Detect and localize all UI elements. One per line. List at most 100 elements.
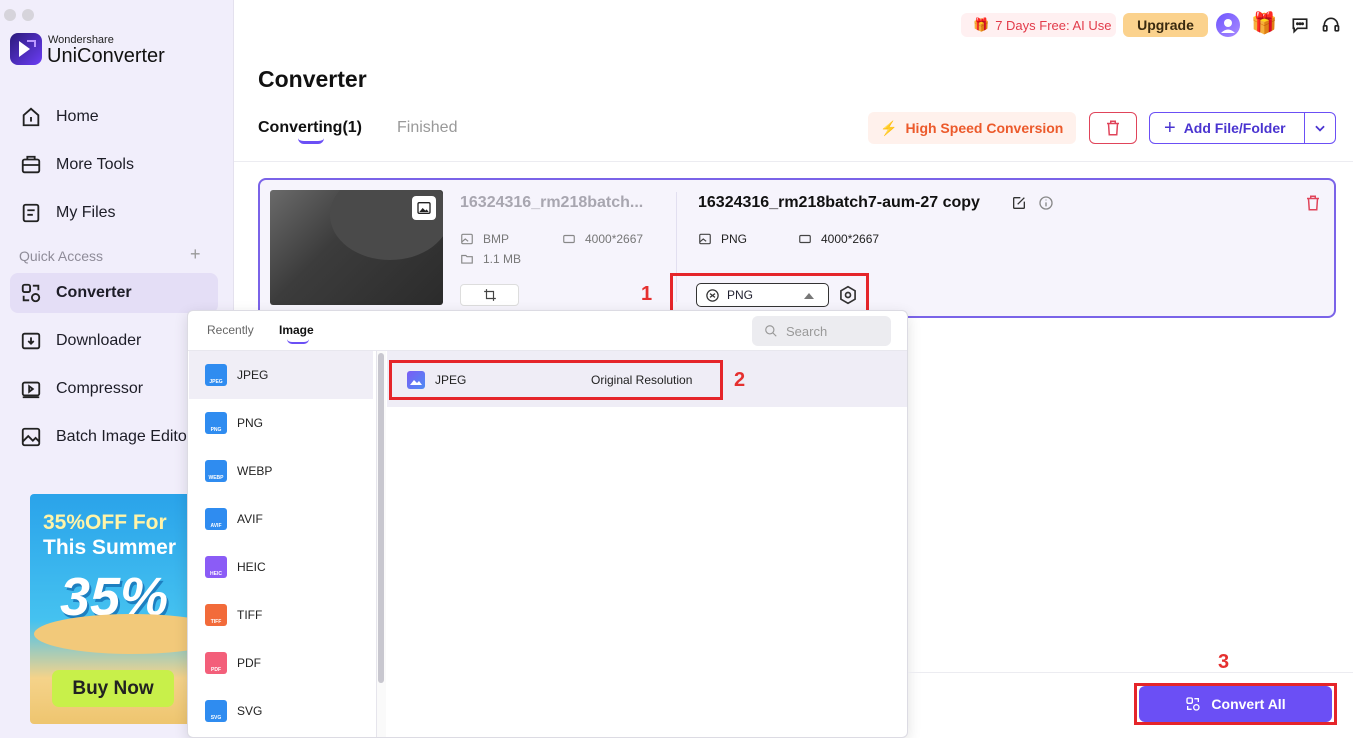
annotation-box-1 xyxy=(670,273,869,313)
format-label: JPEG xyxy=(237,368,269,382)
resolution-icon xyxy=(799,234,811,244)
source-size: 1.1 MB xyxy=(460,252,521,266)
search-icon xyxy=(765,325,777,337)
image-editor-icon xyxy=(21,427,41,447)
target-file-name: 16324316_rm218batch7-aum-27 copy xyxy=(698,194,980,211)
format-label: HEIC xyxy=(237,560,266,574)
chevron-down-icon xyxy=(1315,125,1325,132)
sidebar-item-label: Downloader xyxy=(56,332,142,349)
format-badge: JPEG xyxy=(209,379,223,385)
format-label: SVG xyxy=(237,704,263,718)
jpeg-format-icon: JPEG xyxy=(205,364,227,386)
format-badge: HEIC xyxy=(210,571,222,577)
format-badge: TIFF xyxy=(210,619,222,625)
format-item-avif[interactable]: AVIF AVIF xyxy=(189,495,373,543)
format-label: AVIF xyxy=(237,512,263,526)
format-search-input[interactable]: Search xyxy=(752,316,891,346)
sidebar-item-label: Compressor xyxy=(56,380,144,397)
format-item-jpeg[interactable]: JPEG JPEG xyxy=(189,351,373,399)
annotation-number-2: 2 xyxy=(734,369,746,391)
buy-now-button[interactable]: Buy Now xyxy=(52,670,174,707)
add-file-button[interactable]: + Add File/Folder xyxy=(1150,113,1305,143)
quick-access-label: Quick Access xyxy=(19,248,104,264)
source-format: BMP xyxy=(460,232,509,246)
brand-name: UniConverter xyxy=(47,45,165,67)
format-item-png[interactable]: PNG PNG xyxy=(189,399,373,447)
add-file-dropdown-button[interactable] xyxy=(1305,113,1335,143)
sidebar-item-label: Batch Image Editor xyxy=(56,428,193,445)
sidebar-item-label: Home xyxy=(56,108,99,125)
sidebar-item-label: More Tools xyxy=(56,156,134,173)
sidebar-item-label: My Files xyxy=(56,204,116,221)
window-close-button[interactable] xyxy=(4,9,16,21)
tab-recently[interactable]: Recently xyxy=(207,323,254,337)
format-badge: PDF xyxy=(211,667,221,673)
add-file-group: + Add File/Folder xyxy=(1149,112,1336,144)
resolution-icon xyxy=(563,234,575,244)
format-badge: PNG xyxy=(210,427,222,433)
high-speed-conversion-button[interactable]: ⚡ High Speed Conversion xyxy=(868,112,1076,144)
sidebar-item-my-files[interactable]: My Files xyxy=(10,193,218,233)
delete-all-button[interactable] xyxy=(1089,112,1137,144)
app-logo-icon xyxy=(10,33,42,65)
tab-converting[interactable]: Converting(1) xyxy=(258,119,362,137)
avif-format-icon: AVIF xyxy=(205,508,227,530)
svg-format-icon: SVG xyxy=(205,700,227,722)
tab-finished[interactable]: Finished xyxy=(397,119,457,137)
window-minimize-button[interactable] xyxy=(22,9,34,21)
add-quick-access-icon[interactable]: + xyxy=(190,244,201,265)
ai-trial-badge[interactable]: 🎁 7 Days Free: AI Use xyxy=(961,13,1116,37)
format-item-pdf[interactable]: PDF PDF xyxy=(189,639,373,687)
crop-icon xyxy=(483,289,496,301)
format-list-scrollbar[interactable] xyxy=(377,351,386,737)
png-format-icon: PNG xyxy=(205,412,227,434)
format-item-svg[interactable]: SVG SVG xyxy=(189,687,373,735)
edit-icon[interactable] xyxy=(1011,195,1027,211)
toolbox-icon xyxy=(21,155,41,174)
source-resolution: 4000*2667 xyxy=(562,232,643,246)
headset-icon[interactable] xyxy=(1321,15,1341,35)
plus-icon: + xyxy=(1164,116,1176,139)
avatar[interactable] xyxy=(1216,13,1240,37)
image-icon xyxy=(461,233,473,245)
annotation-box-3 xyxy=(1134,683,1337,725)
upgrade-button[interactable]: Upgrade xyxy=(1123,13,1208,37)
page-title: Converter xyxy=(258,66,367,92)
annotation-number-1: 1 xyxy=(641,283,653,305)
dropdown-tab-indicator xyxy=(287,339,309,344)
promo-line2: This Summer xyxy=(43,536,177,559)
pdf-format-icon: PDF xyxy=(205,652,227,674)
source-file-name: 16324316_rm218batch... xyxy=(460,194,644,211)
format-label: TIFF xyxy=(237,608,263,622)
home-icon xyxy=(22,107,40,127)
folder-icon xyxy=(461,254,473,264)
sidebar-item-home[interactable]: Home xyxy=(10,97,218,137)
sidebar-item-more-tools[interactable]: More Tools xyxy=(10,145,218,185)
divider xyxy=(234,161,1353,162)
format-badge: AVIF xyxy=(210,523,222,529)
format-label: PDF xyxy=(237,656,261,670)
format-badge: SVG xyxy=(210,715,222,721)
chat-icon[interactable] xyxy=(1290,15,1310,35)
format-badge: WEBP xyxy=(208,475,224,481)
converter-icon xyxy=(21,283,41,303)
delete-file-icon[interactable] xyxy=(1304,194,1322,212)
tab-image[interactable]: Image xyxy=(279,323,314,337)
promo-line1: 35%OFF For xyxy=(43,511,167,534)
downloader-icon xyxy=(21,332,41,350)
gift-icon: 🎁 xyxy=(973,17,990,32)
trash-icon xyxy=(1107,120,1119,136)
crop-button[interactable] xyxy=(460,284,519,306)
sidebar-item-label: Converter xyxy=(56,284,132,301)
format-item-tiff[interactable]: TIFF TIFF xyxy=(189,591,373,639)
image-icon xyxy=(699,233,711,245)
format-label: PNG xyxy=(237,416,264,430)
gift-box-icon[interactable]: 🎁 xyxy=(1251,12,1277,36)
format-item-heic[interactable]: HEIC HEIC xyxy=(189,543,373,591)
files-icon xyxy=(22,203,40,223)
info-icon[interactable] xyxy=(1038,195,1054,211)
compressor-icon xyxy=(21,381,41,399)
tab-active-indicator xyxy=(298,138,324,144)
sidebar-item-converter[interactable]: Converter xyxy=(10,273,218,313)
format-item-webp[interactable]: WEBP WEBP xyxy=(189,447,373,495)
